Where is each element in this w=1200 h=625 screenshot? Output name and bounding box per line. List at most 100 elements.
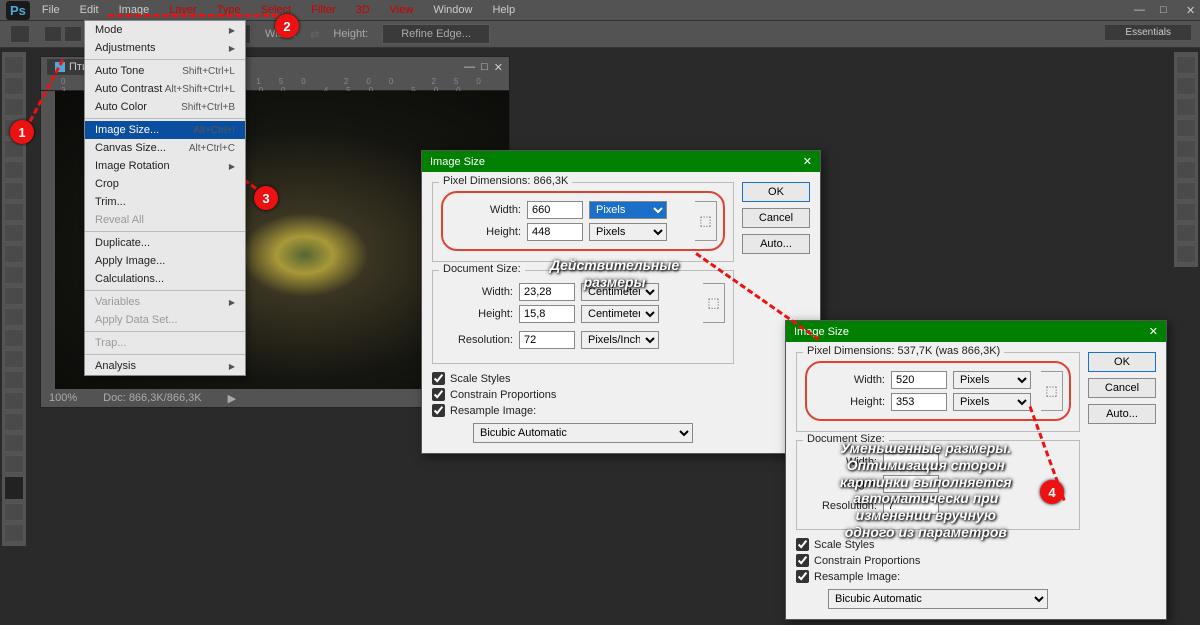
maximize-icon[interactable]: □ (1152, 2, 1168, 19)
menu-view[interactable]: View (382, 2, 422, 18)
minimize-icon[interactable]: — (1126, 2, 1142, 19)
doc-width-input[interactable] (519, 283, 575, 301)
close-icon[interactable]: ✕ (1178, 2, 1194, 19)
tool-heal-icon[interactable] (4, 182, 24, 200)
tool-dodge-icon[interactable] (4, 329, 24, 347)
menu-file[interactable]: File (34, 2, 68, 18)
menu-edit[interactable]: Edit (72, 2, 107, 18)
menu-filter[interactable]: Filter (303, 2, 343, 18)
panel-layers-icon[interactable] (1176, 161, 1196, 179)
menu-item[interactable]: Adjustments (85, 39, 245, 57)
tool-brush-icon[interactable] (4, 203, 24, 221)
panel-styles-icon[interactable] (1176, 98, 1196, 116)
panel-color-icon[interactable] (1176, 56, 1196, 74)
panel-adjust-icon[interactable] (1176, 119, 1196, 137)
panel-mask-icon[interactable] (1176, 140, 1196, 158)
marquee1-icon[interactable] (44, 26, 62, 42)
tool-eyedropper-icon[interactable] (4, 161, 24, 179)
doc-close-icon[interactable]: ✕ (494, 61, 503, 74)
tool-path-icon[interactable] (4, 392, 24, 410)
workspace-switcher[interactable]: Essentials (1104, 24, 1192, 41)
menu-item[interactable]: Duplicate... (85, 234, 245, 252)
pixel-width-unit-2[interactable]: Pixels (953, 371, 1031, 389)
tool-type-icon[interactable] (4, 371, 24, 389)
panel-paths-icon[interactable] (1176, 203, 1196, 221)
resolution-input[interactable] (519, 331, 575, 349)
pixel-height-unit[interactable]: Pixels (589, 223, 667, 241)
menu-item[interactable]: Calculations... (85, 270, 245, 288)
tool-mask-icon[interactable] (4, 503, 24, 521)
zoom-value[interactable]: 100% (49, 392, 77, 404)
doc-min-icon[interactable]: — (464, 61, 475, 74)
swatches-icon[interactable] (4, 476, 24, 500)
link-icon-2[interactable]: ⬚ (1041, 371, 1063, 411)
auto-button[interactable]: Auto... (742, 234, 810, 254)
tool-lasso-icon[interactable] (4, 98, 24, 116)
scale-styles-checkbox-2[interactable] (796, 538, 809, 551)
menu-item[interactable]: Apply Data Set... (85, 311, 245, 329)
panel-swatches-icon[interactable] (1176, 77, 1196, 95)
pixel-width-input[interactable] (527, 201, 583, 219)
panel-actions-icon[interactable] (1176, 245, 1196, 263)
panel-channels-icon[interactable] (1176, 182, 1196, 200)
auto-button-2[interactable]: Auto... (1088, 404, 1156, 424)
tool-stamp-icon[interactable] (4, 224, 24, 242)
tool-blur-icon[interactable] (4, 308, 24, 326)
resolution-unit[interactable]: Pixels/Inch (581, 331, 659, 349)
menu-item[interactable]: Apply Image... (85, 252, 245, 270)
menu-window[interactable]: Window (425, 2, 480, 18)
menu-item[interactable]: Image Rotation (85, 157, 245, 175)
menu-help[interactable]: Help (484, 2, 523, 18)
doc-height-input[interactable] (519, 305, 575, 323)
doc-height-input-2[interactable] (883, 475, 939, 493)
tool-shape-icon[interactable] (4, 413, 24, 431)
ok-button-2[interactable]: OK (1088, 352, 1156, 372)
pixel-width-unit[interactable]: Pixels (589, 201, 667, 219)
menu-item[interactable]: Canvas Size...Alt+Ctrl+C (85, 139, 245, 157)
menu-item[interactable]: Trap... (85, 334, 245, 352)
tool-gradient-icon[interactable] (4, 287, 24, 305)
link-icon[interactable]: ⬚ (695, 201, 717, 241)
resolution-input-2[interactable] (883, 497, 939, 515)
ok-button[interactable]: OK (742, 182, 810, 202)
tool-screen-icon[interactable] (4, 524, 24, 542)
dialog-close-icon[interactable]: ✕ (803, 155, 812, 168)
resample-method-select[interactable]: Bicubic Automatic (473, 423, 693, 443)
menu-item[interactable]: Reveal All (85, 211, 245, 229)
pixel-height-input-2[interactable] (891, 393, 947, 411)
menu-item[interactable]: Trim... (85, 193, 245, 211)
chevron-right-icon[interactable]: ▶ (228, 392, 236, 405)
constrain-checkbox[interactable] (432, 388, 445, 401)
resample-method-select-2[interactable]: Bicubic Automatic (828, 589, 1048, 609)
menu-item[interactable]: Variables (85, 293, 245, 311)
tool-preset-icon[interactable] (10, 25, 30, 43)
doc-max-icon[interactable]: □ (481, 61, 488, 74)
doc-height-unit[interactable]: Centimeters (581, 305, 659, 323)
tool-eraser-icon[interactable] (4, 266, 24, 284)
tool-move-icon[interactable] (4, 56, 24, 74)
tool-hand-icon[interactable] (4, 434, 24, 452)
menu-item[interactable]: Crop (85, 175, 245, 193)
pixel-height-unit-2[interactable]: Pixels (953, 393, 1031, 411)
refine-edge-button[interactable]: Refine Edge... (382, 24, 490, 44)
constrain-checkbox-2[interactable] (796, 554, 809, 567)
marquee2-icon[interactable] (64, 26, 82, 42)
tool-history-icon[interactable] (4, 245, 24, 263)
menu-item[interactable]: Mode (85, 21, 245, 39)
resample-checkbox-2[interactable] (796, 570, 809, 583)
link-icon[interactable]: ⬚ (703, 283, 725, 323)
cancel-button-2[interactable]: Cancel (1088, 378, 1156, 398)
tool-zoom-icon[interactable] (4, 455, 24, 473)
pixel-width-input-2[interactable] (891, 371, 947, 389)
doc-width-unit[interactable]: Centimeters (581, 283, 659, 301)
resample-checkbox[interactable] (432, 404, 445, 417)
menu-item[interactable]: Image Size...Alt+Ctrl+I (85, 121, 245, 139)
menu-item[interactable]: Auto ToneShift+Ctrl+L (85, 62, 245, 80)
pixel-height-input[interactable] (527, 223, 583, 241)
doc-width-input-2[interactable] (883, 453, 939, 471)
scale-styles-checkbox[interactable] (432, 372, 445, 385)
menu-item[interactable]: Auto ColorShift+Ctrl+B (85, 98, 245, 116)
tool-pen-icon[interactable] (4, 350, 24, 368)
swap-icon[interactable]: ⇄ (310, 28, 319, 41)
menu-item[interactable]: Analysis (85, 357, 245, 375)
